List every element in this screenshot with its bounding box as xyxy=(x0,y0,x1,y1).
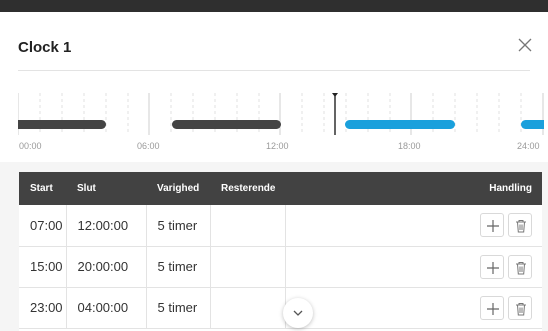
table-row: 15:00 20:00:00 5 timer xyxy=(19,246,542,288)
table-row: 23:00 04:00:00 5 timer xyxy=(19,287,542,329)
column-header-varighed[interactable]: Varighed xyxy=(146,172,210,205)
cell-actions xyxy=(285,246,542,288)
cell-start: 15:00 xyxy=(19,246,67,288)
cell-actions xyxy=(285,287,542,329)
current-time-marker xyxy=(332,93,338,135)
schedule-table: Start Slut Varighed Resterende Handling … xyxy=(19,172,542,331)
timeline-label: 00:00 xyxy=(19,141,42,151)
dialog-header: Clock 1 00:00 06:00 12:00 18:00 24:00 xyxy=(0,12,548,162)
table-row: 07:00 12:00:00 5 timer xyxy=(19,205,542,247)
delete-button[interactable] xyxy=(508,295,532,320)
cell-slut: 20:00:00 xyxy=(66,246,147,288)
cell-varighed: 5 timer xyxy=(146,205,211,247)
cell-resterende xyxy=(210,287,286,329)
cell-resterende xyxy=(210,246,286,288)
chevron-down-icon xyxy=(293,310,303,316)
plus-icon xyxy=(487,261,499,274)
timeline-bar-4 xyxy=(521,120,544,129)
cell-slut: 12:00:00 xyxy=(66,205,147,247)
cell-start: 23:00 xyxy=(19,287,67,329)
cell-varighed: 5 timer xyxy=(146,287,211,329)
cell-slut: 04:00:00 xyxy=(66,287,147,329)
timeline-bar-1 xyxy=(18,120,106,129)
add-button[interactable] xyxy=(480,295,504,320)
column-header-slut[interactable]: Slut xyxy=(66,172,146,205)
timeline-bar-2 xyxy=(172,120,281,129)
timeline-label: 18:00 xyxy=(398,141,421,151)
table-header-row: Start Slut Varighed Resterende Handling xyxy=(19,172,542,205)
trash-icon xyxy=(516,220,526,233)
cell-actions xyxy=(285,205,542,247)
add-button[interactable] xyxy=(480,254,504,279)
dialog-title: Clock 1 xyxy=(18,39,72,56)
close-icon xyxy=(518,38,532,52)
column-header-resterende[interactable]: Resterende xyxy=(210,172,285,205)
add-button[interactable] xyxy=(480,213,504,238)
cell-start: 07:00 xyxy=(19,205,67,247)
trash-icon xyxy=(516,302,526,315)
close-button[interactable] xyxy=(516,36,534,54)
column-header-start[interactable]: Start xyxy=(19,172,66,205)
timeline-bar-3 xyxy=(345,120,455,129)
column-header-handling: Handling xyxy=(489,183,532,194)
timeline-label: 12:00 xyxy=(266,141,289,151)
cell-varighed: 5 timer xyxy=(146,246,211,288)
cell-resterende xyxy=(210,205,286,247)
header-divider xyxy=(18,70,530,71)
trash-icon xyxy=(516,261,526,274)
clock-dialog: Clock 1 00:00 06:00 12:00 18:00 24:00 St… xyxy=(0,12,548,331)
schedule-timeline[interactable] xyxy=(18,93,544,135)
expand-button[interactable] xyxy=(283,298,313,328)
timeline-label: 24:00 xyxy=(517,141,540,151)
top-bar xyxy=(0,0,548,12)
timeline-label: 06:00 xyxy=(137,141,160,151)
plus-icon xyxy=(487,220,499,233)
plus-icon xyxy=(487,302,499,315)
delete-button[interactable] xyxy=(508,213,532,238)
delete-button[interactable] xyxy=(508,254,532,279)
